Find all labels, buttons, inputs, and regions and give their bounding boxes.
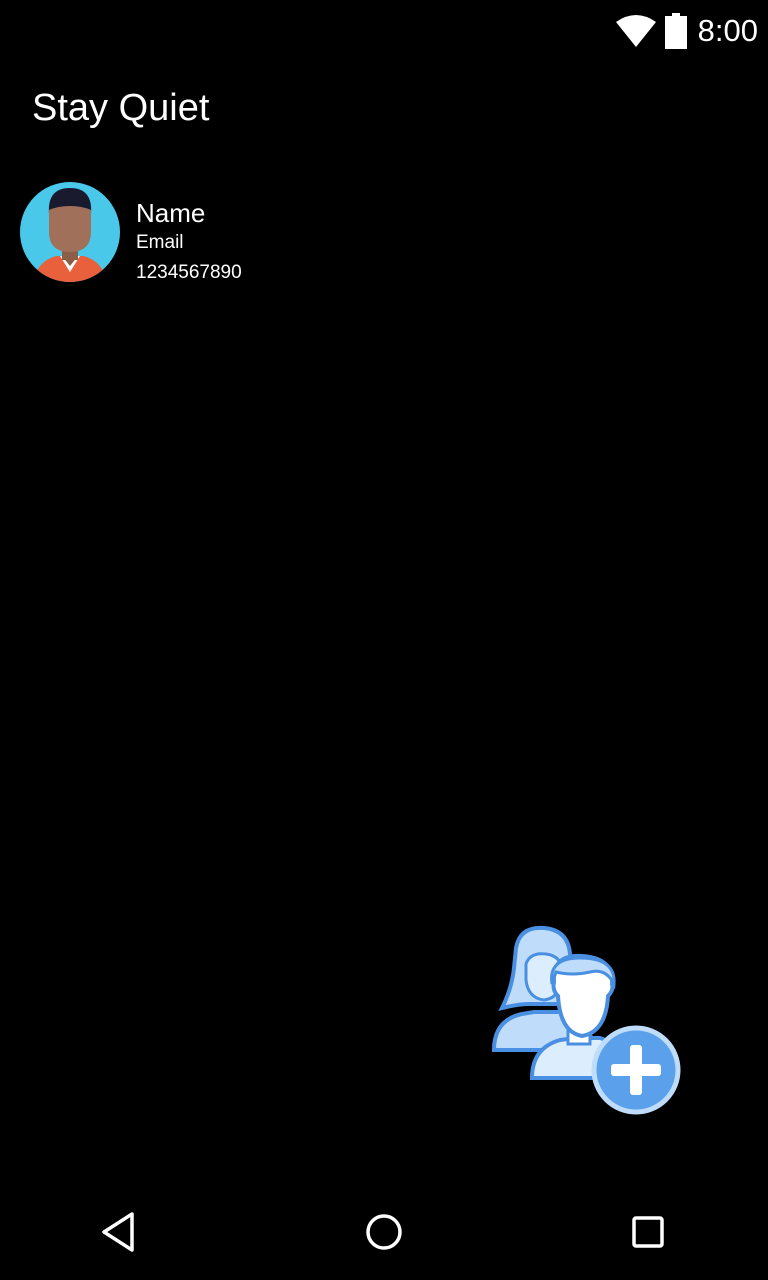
contact-list-item[interactable]: Name Email 1234567890 [20, 182, 748, 286]
navigation-bar [0, 1184, 768, 1280]
add-contact-icon [491, 925, 681, 1115]
recents-button[interactable] [624, 1208, 672, 1256]
status-bar: 8:00 [0, 0, 768, 60]
status-time: 8:00 [697, 13, 758, 48]
page-title: Stay Quiet [32, 87, 210, 129]
battery-icon [664, 13, 687, 49]
screen: 8:00 Stay Quiet Name Email 1234567890 [0, 0, 768, 1280]
contact-phone: 1234567890 [136, 262, 242, 283]
add-contact-button[interactable] [490, 924, 686, 1118]
back-button[interactable] [96, 1208, 144, 1256]
status-icons: 8:00 [615, 6, 758, 56]
contact-details: Name Email 1234567890 [136, 182, 242, 290]
contact-name: Name [136, 198, 206, 228]
wifi-icon [615, 15, 656, 47]
home-icon [366, 1214, 402, 1250]
home-button[interactable] [360, 1208, 408, 1256]
person-avatar-icon [20, 182, 120, 282]
contact-email: Email [136, 232, 184, 253]
recents-icon [632, 1216, 664, 1248]
back-icon [102, 1212, 134, 1252]
